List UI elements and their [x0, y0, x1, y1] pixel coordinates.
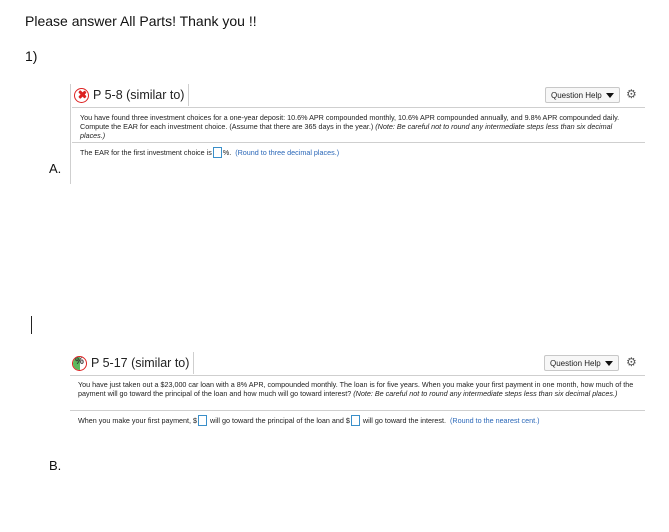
question-help-label: Question Help [551, 90, 602, 100]
caret-down-icon [604, 360, 613, 366]
problem-tab[interactable]: P 5-17 (similar to) [70, 352, 195, 374]
answer-prefix: The EAR for the first investment choice … [80, 148, 212, 157]
problem-title: P 5-17 (similar to) [91, 356, 190, 370]
header-divider [72, 107, 645, 108]
gear-icon[interactable]: ⚙ [626, 356, 638, 368]
problem-panel-1: P 5-8 (similar to) Question Help ⚙ You h… [72, 84, 645, 174]
question-help-button[interactable]: Question Help [545, 87, 620, 103]
gear-icon[interactable]: ⚙ [626, 88, 638, 100]
answer-prefix: When you make your first payment, $ [78, 416, 198, 425]
rounding-hint: (Round to the nearest cent.) [450, 416, 540, 425]
statement-divider [72, 142, 645, 143]
question-help-label: Question Help [550, 358, 601, 368]
text-cursor [31, 316, 32, 334]
problem-tab[interactable]: P 5-8 (similar to) [72, 84, 190, 106]
x-circle-icon [74, 87, 89, 103]
interest-answer-input[interactable] [350, 415, 360, 426]
problem-statement: You have just taken out a $23,000 car lo… [78, 380, 638, 398]
answer-line: When you make your first payment, $ will… [78, 415, 540, 426]
answer-suffix: will go toward the interest. [362, 416, 447, 425]
rounding-hint: (Round to three decimal places.) [235, 148, 340, 157]
answer-middle: will go toward the principal of the loan… [210, 416, 350, 425]
statement-divider [70, 410, 645, 411]
problem-panel-2: P 5-17 (similar to) Question Help ⚙ You … [70, 352, 645, 434]
caret-down-icon [605, 92, 614, 98]
part-b-label: B. [49, 458, 62, 473]
question-help-button[interactable]: Question Help [544, 355, 619, 371]
problem-title: P 5-8 (similar to) [93, 88, 185, 102]
document-title: Please answer All Parts! Thank you !! [25, 13, 257, 29]
header-divider [70, 375, 645, 376]
answer-suffix: %. [222, 148, 232, 157]
partial-credit-icon [72, 355, 87, 371]
problem-note: (Note: Be careful not to round any inter… [353, 389, 618, 399]
question-number: 1) [25, 48, 38, 64]
part-a-label: A. [49, 161, 62, 176]
answer-line: The EAR for the first investment choice … [80, 147, 339, 158]
ear-answer-input[interactable] [212, 147, 222, 158]
problem-statement: You have found three investment choices … [80, 113, 636, 141]
panel-left-rule [70, 84, 71, 184]
principal-answer-input[interactable] [198, 415, 208, 426]
